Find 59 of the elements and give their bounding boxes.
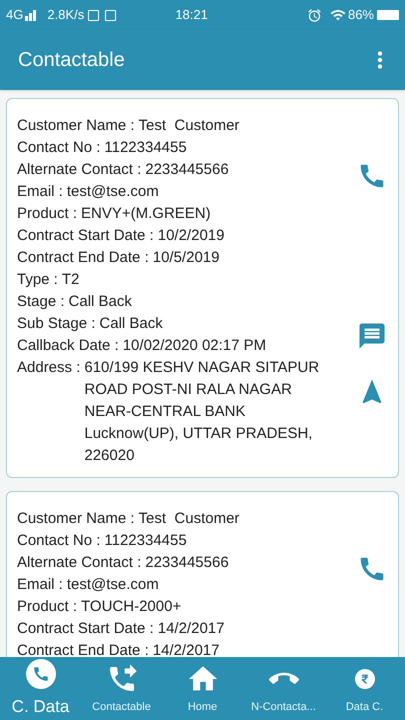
field-label: Contact No :	[17, 531, 100, 551]
notification-icon	[88, 10, 100, 20]
field-value: Test Customer	[138, 509, 240, 529]
field-value: test@tse.com	[66, 182, 159, 202]
field-label: Customer Name :	[17, 509, 135, 529]
field-label: Email :	[17, 182, 63, 202]
field-label: Stage :	[17, 292, 65, 312]
field-value: TOUCH-2000+	[81, 597, 182, 617]
clock: 18:21	[175, 6, 209, 24]
field-value: ENVY+(M.GREEN)	[81, 204, 211, 224]
field-value: 2233445566	[145, 553, 229, 573]
field-value: T2	[62, 270, 80, 290]
field-label: Customer Name :	[17, 116, 135, 136]
nav-tab[interactable]: Contactable	[81, 657, 162, 720]
nav-label: C. Data	[12, 696, 70, 718]
network-type: 4G	[6, 6, 24, 24]
field-label: Alternate Contact :	[17, 553, 142, 573]
network-speed: 2.8K/s	[47, 6, 84, 24]
field-label: Address :	[17, 358, 80, 378]
address-text: 610/199 KESHV NAGAR SITAPUR ROAD POST-NI RALA NAGAR NEAR-CENTRAL BANK Lucknow(UP), UTTAR PRADESH, 226020	[84, 358, 320, 466]
field-value: 14/2/2017	[158, 619, 224, 639]
field-value: Call Back	[68, 292, 132, 312]
app-title: Contactable	[18, 48, 126, 73]
field-label: Contract Start Date :	[17, 619, 154, 639]
field-value: Test Customer	[138, 116, 240, 136]
notification-icon	[105, 10, 116, 20]
field-value: 10/5/2019	[152, 248, 220, 268]
field-value: 10/02/2020 02:17 PM	[122, 336, 266, 356]
field-value: 10/2/2019	[158, 226, 224, 246]
battery-percent: 86%	[348, 6, 374, 24]
battery-icon	[377, 10, 399, 20]
field-label: Contract Start Date :	[17, 226, 154, 246]
nav-tab[interactable]: Data C.	[324, 657, 405, 720]
field-label: Alternate Contact :	[17, 160, 142, 180]
field-label: Contract End Date :	[17, 641, 149, 657]
nav-tab[interactable]: N-Contacta...	[243, 657, 324, 720]
alarm-icon	[306, 8, 322, 22]
message-icon[interactable]	[357, 321, 387, 351]
field-value: 2233445566	[145, 160, 229, 180]
field-label: Product :	[17, 204, 78, 224]
field-label: Email :	[17, 575, 63, 595]
field-value: Call Back	[99, 314, 163, 334]
nav-label: N-Contacta...	[251, 700, 316, 715]
field-value: 14/2/2017	[152, 641, 220, 657]
nav-label: Contactable	[92, 700, 151, 715]
field-value: 1122334455	[104, 531, 187, 551]
field-value: test@tse.com	[66, 575, 159, 595]
field-label: Type :	[17, 270, 58, 290]
field-label: Callback Date :	[17, 336, 119, 356]
field-value: 1122334455	[104, 138, 187, 158]
field-label: Product :	[17, 597, 78, 617]
wifi-icon	[330, 7, 346, 23]
field-label: Contract End Date :	[17, 248, 149, 268]
field-label: Contact No :	[17, 138, 100, 158]
nav-label: Data C.	[346, 700, 384, 715]
field-label: Sub Stage :	[17, 314, 96, 334]
nav-tab[interactable]: Home	[162, 657, 243, 720]
nav-tab[interactable]: C. Data	[0, 657, 81, 720]
nav-label: Home	[188, 700, 218, 715]
